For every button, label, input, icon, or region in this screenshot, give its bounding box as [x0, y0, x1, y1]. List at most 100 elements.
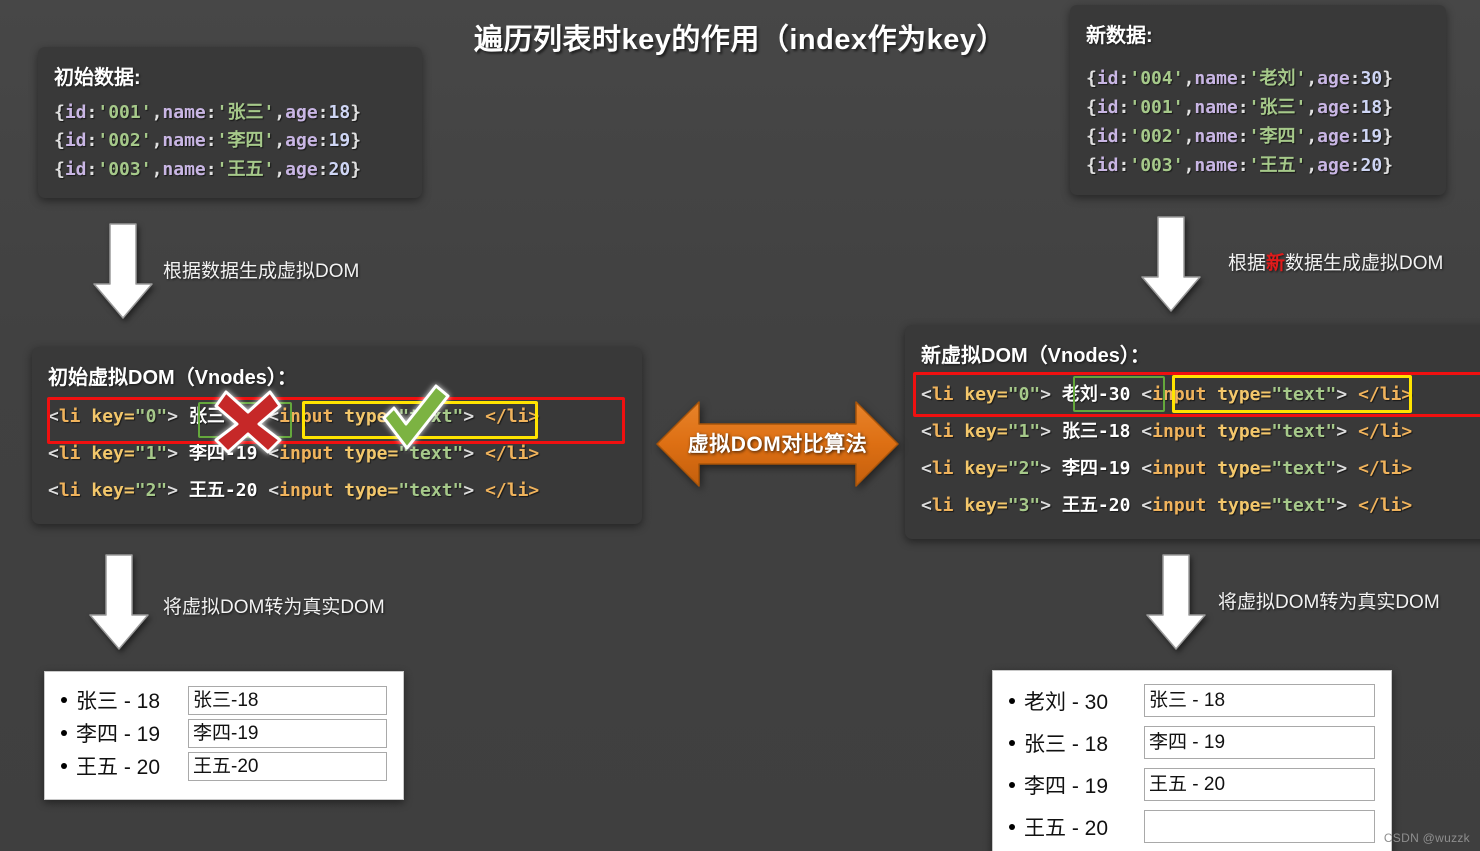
colon: : [1237, 97, 1249, 119]
vdom-row: <li key="2"> 李四-19 <input type="text"> <… [921, 451, 1480, 488]
vdom-row: <li key="0"> 张三-18 <input type="text"> <… [48, 399, 626, 436]
angle-bracket: < [268, 442, 280, 464]
value-age: 19 [1360, 126, 1383, 148]
colon: : [1349, 155, 1361, 177]
angle-bracket: > [1040, 457, 1052, 479]
colon: : [86, 158, 98, 180]
text-input[interactable] [1144, 810, 1375, 843]
attr-value: "text" [1271, 420, 1337, 442]
angle-bracket: > [463, 406, 475, 427]
angle-bracket: > [1040, 494, 1052, 516]
new-data-heading: 新数据: [1086, 25, 1153, 47]
colon: : [1349, 68, 1361, 89]
node-content: 李四-19 [1061, 457, 1131, 479]
tag-name: input [279, 406, 334, 427]
angle-bracket: < [268, 406, 280, 427]
value-age: 18 [328, 102, 351, 123]
comma: , [151, 130, 163, 152]
value-name: '张三' [1248, 97, 1307, 119]
tag-name: li [58, 479, 81, 501]
text-input[interactable]: 王五-20 [188, 751, 387, 781]
value-id: '001' [1129, 97, 1184, 119]
vdom-row: <li key="1"> 张三-18 <input type="text"> <… [921, 414, 1480, 451]
new-data-row: {id:'002',name:'李四',age:19} [1086, 122, 1430, 151]
down-arrow-icon [88, 553, 150, 651]
text-input[interactable]: 李四-19 [188, 718, 387, 748]
key-id: id [1096, 126, 1119, 148]
brace: { [1086, 97, 1097, 119]
node-content: 王五-20 [1061, 494, 1131, 516]
text-input[interactable]: 张三-18 [188, 685, 387, 715]
value-age: 30 [1360, 68, 1383, 89]
list-item: 李四 - 19 李四-19 [61, 718, 387, 748]
comma: , [1306, 155, 1318, 177]
attr-value: "0" [134, 406, 168, 427]
angle-bracket: > [167, 442, 179, 464]
colon: : [1237, 155, 1249, 177]
list-item-label: 王五 - 20 [76, 756, 161, 779]
text-input[interactable]: 李四 - 19 [1144, 726, 1375, 759]
angle-bracket: < [48, 442, 59, 464]
real-dom-result-right: 老刘 - 30 张三 - 18 张三 - 18 李四 - 19 李四 - 19 … [992, 670, 1392, 851]
angle-bracket: < [1141, 494, 1153, 516]
angle-bracket: < [1141, 457, 1153, 479]
attr-key: key= [91, 442, 135, 464]
colon: : [1349, 126, 1361, 148]
colon: : [205, 158, 217, 180]
tag-name: li [58, 406, 81, 427]
text-input[interactable]: 张三 - 18 [1144, 684, 1375, 717]
value-name: '王五' [1248, 155, 1307, 177]
tag-name: input [1152, 457, 1207, 479]
key-name: name [162, 158, 206, 180]
initial-data-row: {id:'001',name:'张三',age:18} [54, 99, 406, 127]
attr-key: type= [1217, 494, 1272, 516]
value-name: '老刘' [1248, 68, 1307, 89]
down-arrow-icon [1140, 215, 1202, 313]
key-age: age [1317, 68, 1350, 89]
colon: : [1118, 126, 1130, 148]
closing-tag: </li> [1358, 494, 1413, 516]
value-id: '003' [97, 158, 152, 180]
value-name: '李四' [1248, 126, 1307, 148]
key-id: id [1096, 155, 1119, 177]
bullet-icon [1009, 781, 1015, 788]
initial-data-panel: 初始数据: {id:'001',name:'张三',age:18} {id:'0… [38, 47, 422, 199]
list-item-label: 李四 - 19 [76, 723, 161, 746]
node-content: 老刘-30 [1061, 384, 1131, 405]
new-vdom-panel: 新虚拟DOM（Vnodes）： <li key="0"> 老刘-30 <inpu… [905, 325, 1480, 539]
comma: , [1306, 97, 1318, 119]
key-name: name [162, 102, 206, 123]
closing-tag: </li> [1358, 420, 1413, 442]
colon: : [1237, 126, 1249, 148]
value-age: 20 [328, 158, 351, 180]
value-name: '张三' [216, 102, 275, 123]
attr-value: "text" [1271, 384, 1337, 405]
brace: } [1382, 126, 1394, 148]
comma: , [1183, 68, 1195, 89]
key-id: id [64, 102, 87, 123]
key-age: age [285, 102, 318, 123]
vdom-row: <li key="2"> 王五-20 <input type="text"> <… [48, 473, 626, 510]
text-input[interactable]: 王五 - 20 [1144, 768, 1375, 801]
colon: : [86, 130, 98, 152]
new-data-panel: 新数据: {id:'004',name:'老刘',age:30} {id:'00… [1070, 5, 1446, 195]
angle-bracket: < [921, 494, 932, 516]
brace: } [1382, 68, 1394, 89]
key-id: id [1096, 97, 1119, 119]
tag-name: input [1152, 494, 1207, 516]
down-arrow-icon [1145, 553, 1207, 651]
tag-name: input [279, 479, 334, 501]
list-item: 李四 - 19 王五 - 20 [1009, 768, 1375, 801]
arrow-label-render-real-dom-right: 将虚拟DOM转为真实DOM [1218, 592, 1440, 613]
colon: : [1118, 68, 1130, 89]
arrow-label-generate-vdom-right: 根据新数据生成虚拟DOM [1228, 248, 1443, 275]
list-item: 张三 - 18 李四 - 19 [1009, 726, 1375, 759]
closing-tag: </li> [1358, 384, 1413, 405]
angle-bracket: < [48, 406, 59, 427]
brace: } [1382, 97, 1394, 119]
attr-key: type= [344, 442, 399, 464]
value-age: 19 [328, 130, 351, 152]
tag-name: li [58, 442, 81, 464]
tag-name: li [931, 420, 954, 442]
node-content: 李四-19 [188, 442, 258, 464]
